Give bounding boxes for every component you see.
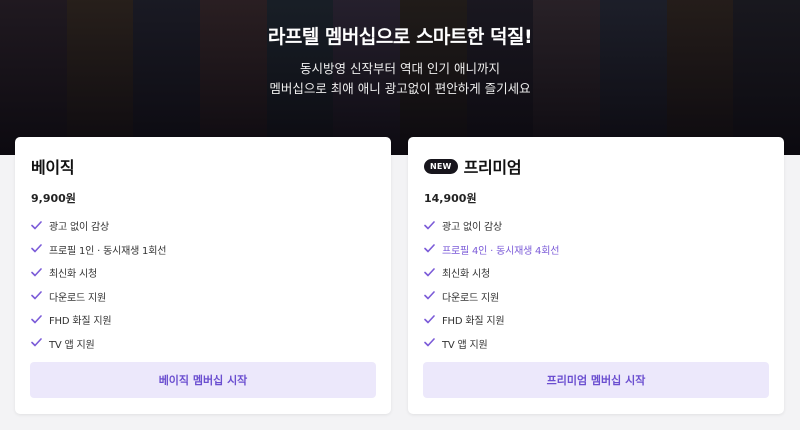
feature-item: 광고 없이 감상 xyxy=(31,214,375,238)
plan-card-basic: 베이직 9,900원 광고 없이 감상프로필 1인 · 동시재생 1회선최신화 … xyxy=(15,137,391,414)
check-icon xyxy=(424,244,437,254)
feature-text: 최신화 시청 xyxy=(442,269,490,281)
feature-item: TV 앱 지원 xyxy=(424,332,768,356)
start-premium-membership-button[interactable]: 프리미엄 멤버십 시작 xyxy=(423,362,769,398)
feature-item: 다운로드 지원 xyxy=(31,285,375,309)
feature-text: 다운로드 지원 xyxy=(49,292,106,304)
feature-list: 광고 없이 감상프로필 1인 · 동시재생 1회선최신화 시청다운로드 지원 FH… xyxy=(31,214,375,355)
check-icon xyxy=(424,267,437,278)
plan-card-premium: NEW 프리미엄 14,900원 광고 없이 감상프로필 4인 · 동시재생 4… xyxy=(408,137,784,414)
check-icon xyxy=(31,244,44,254)
feature-item: 다운로드 지원 xyxy=(424,285,768,309)
feature-text: 프로필 1인 · 동시재생 1회선 xyxy=(49,245,167,257)
feature-item: 최신화 시청 xyxy=(424,261,768,285)
hero-title: 라프텔 멤버십으로 스마트한 덕질! xyxy=(267,26,533,48)
hero-subtitle: 동시방영 신작부터 역대 인기 애니까지 멤버십으로 최애 애니 광고없이 편안… xyxy=(0,59,800,99)
check-icon xyxy=(31,267,44,278)
check-icon xyxy=(424,314,437,325)
feature-text: FHD 화질 지원 xyxy=(49,316,112,328)
feature-text: 프로필 4인 · 동시재생 4회선 xyxy=(442,245,560,257)
hero-subtitle-line: 멤버십으로 최애 애니 광고없이 편안하게 즐기세요 xyxy=(269,81,531,96)
feature-item: FHD 화질 지원 xyxy=(424,308,768,332)
feature-text: TV 앱 지원 xyxy=(49,339,95,351)
check-icon xyxy=(31,291,44,301)
feature-item: 프로필 4인 · 동시재생 4회선 xyxy=(424,238,768,262)
check-icon xyxy=(31,314,44,325)
plan-price: 9,900원 xyxy=(31,192,76,205)
check-icon xyxy=(31,338,44,348)
feature-text: 광고 없이 감상 xyxy=(49,222,109,234)
plan-name: 프리미엄 xyxy=(463,158,522,177)
feature-list: 광고 없이 감상프로필 4인 · 동시재생 4회선최신화 시청다운로드 지원 FH… xyxy=(424,214,768,355)
check-icon xyxy=(424,291,437,301)
plan-name: 베이직 xyxy=(31,158,75,177)
feature-text: 최신화 시청 xyxy=(49,269,97,281)
check-icon xyxy=(424,220,437,231)
feature-text: TV 앱 지원 xyxy=(442,339,488,351)
new-badge: NEW xyxy=(424,158,458,174)
feature-item: 프로필 1인 · 동시재생 1회선 xyxy=(31,238,375,262)
hero-banner: 라프텔 멤버십으로 스마트한 덕질! 동시방영 신작부터 역대 인기 애니까지 … xyxy=(0,0,800,155)
hero-subtitle-line: 동시방영 신작부터 역대 인기 애니까지 xyxy=(300,61,500,76)
start-basic-membership-button[interactable]: 베이직 멤버십 시작 xyxy=(30,362,376,398)
check-icon xyxy=(424,338,437,348)
feature-item: FHD 화질 지원 xyxy=(31,308,375,332)
feature-item: TV 앱 지원 xyxy=(31,332,375,356)
plan-price: 14,900원 xyxy=(424,192,477,205)
check-icon xyxy=(31,220,44,231)
feature-text: 다운로드 지원 xyxy=(442,292,499,304)
feature-item: 광고 없이 감상 xyxy=(424,214,768,238)
feature-item: 최신화 시청 xyxy=(31,261,375,285)
feature-text: 광고 없이 감상 xyxy=(442,222,502,234)
feature-text: FHD 화질 지원 xyxy=(442,316,505,328)
